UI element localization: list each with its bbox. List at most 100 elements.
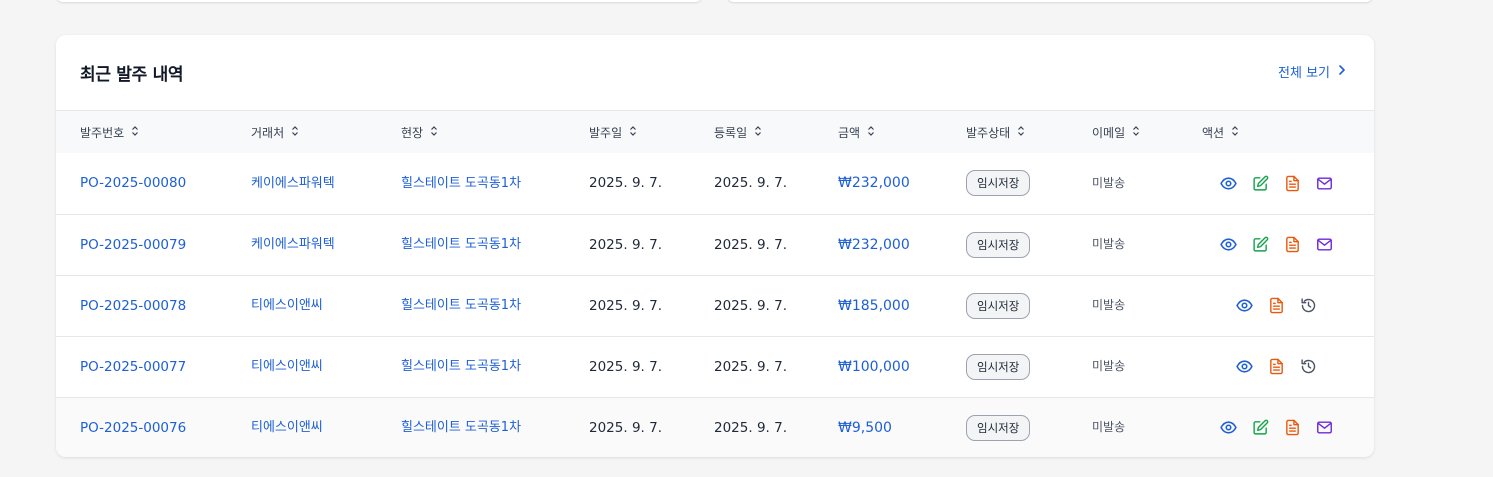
registered-date: 2025. 9. 7. bbox=[714, 358, 787, 375]
amount: ₩100,000 bbox=[838, 358, 910, 375]
view-icon[interactable] bbox=[1235, 297, 1253, 315]
vendor-link[interactable]: 티에스이앤씨 bbox=[251, 359, 323, 374]
row-actions bbox=[1202, 297, 1374, 315]
view-icon[interactable] bbox=[1219, 419, 1237, 437]
site-link[interactable]: 힐스테이트 도곡동1차 bbox=[401, 420, 521, 435]
sort-icon bbox=[1132, 125, 1140, 140]
order-date: 2025. 9. 7. bbox=[589, 297, 662, 314]
email-status: 미발송 bbox=[1092, 298, 1126, 312]
column-header-label: 거래처 bbox=[251, 125, 285, 140]
chevron-right-icon bbox=[1336, 64, 1348, 80]
column-header-label: 발주일 bbox=[589, 125, 623, 140]
amount: ₩185,000 bbox=[838, 297, 910, 314]
edit-icon[interactable] bbox=[1251, 419, 1269, 437]
column-header-email[interactable]: 이메일 bbox=[1092, 111, 1202, 153]
column-header-actions[interactable]: 액션 bbox=[1202, 111, 1374, 153]
table-row[interactable]: PO-2025-00079 케이에스파워텍 힐스테이트 도곡동1차 2025. 9. … bbox=[56, 214, 1374, 275]
mail-icon[interactable] bbox=[1315, 174, 1333, 192]
column-header-label: 액션 bbox=[1202, 125, 1225, 140]
email-status: 미발송 bbox=[1092, 237, 1126, 251]
history-icon[interactable] bbox=[1299, 358, 1317, 376]
table-row[interactable]: PO-2025-00077 티에스이앤씨 힐스테이트 도곡동1차 2025. 9. 7… bbox=[56, 336, 1374, 397]
document-icon[interactable] bbox=[1267, 358, 1285, 376]
table-row[interactable]: PO-2025-00076 티에스이앤씨 힐스테이트 도곡동1차 2025. 9. 7… bbox=[56, 397, 1374, 457]
table-row[interactable]: PO-2025-00080 케이에스파워텍 힐스테이트 도곡동1차 2025. 9. … bbox=[56, 153, 1374, 214]
previous-card-left bbox=[56, 0, 702, 2]
column-header-site[interactable]: 현장 bbox=[401, 111, 589, 153]
column-header-label: 등록일 bbox=[714, 125, 748, 140]
row-actions bbox=[1202, 236, 1374, 254]
vendor-link[interactable]: 티에스이앤씨 bbox=[251, 420, 323, 435]
sort-icon bbox=[867, 125, 875, 140]
email-status: 미발송 bbox=[1092, 359, 1126, 373]
registered-date: 2025. 9. 7. bbox=[714, 419, 787, 436]
registered-date: 2025. 9. 7. bbox=[714, 175, 787, 192]
status-badge: 임시저장 bbox=[966, 231, 1031, 258]
sort-icon bbox=[291, 125, 299, 140]
column-header-label: 현장 bbox=[401, 125, 424, 140]
document-icon[interactable] bbox=[1283, 174, 1301, 192]
status-badge: 임시저장 bbox=[966, 170, 1031, 197]
recent-orders-card: 최근 발주 내역 전체 보기 발주번호 거래처 현장 발주일 등록일 금액 발주상태 이메일 액… bbox=[56, 35, 1374, 457]
status-badge: 임시저장 bbox=[966, 292, 1031, 319]
status-badge: 임시저장 bbox=[966, 353, 1031, 380]
site-link[interactable]: 힐스테이트 도곡동1차 bbox=[401, 298, 521, 313]
document-icon[interactable] bbox=[1267, 297, 1285, 315]
po-number-link[interactable]: PO-2025-00080 bbox=[80, 175, 186, 191]
sort-icon bbox=[1231, 125, 1239, 140]
order-date: 2025. 9. 7. bbox=[589, 236, 662, 253]
vendor-link[interactable]: 티에스이앤씨 bbox=[251, 298, 323, 313]
sort-icon bbox=[1017, 125, 1025, 140]
amount: ₩232,000 bbox=[838, 236, 910, 253]
column-header-po-number[interactable]: 발주번호 bbox=[56, 111, 251, 153]
orders-table: 발주번호 거래처 현장 발주일 등록일 금액 발주상태 이메일 액션 PO-2025-00080… bbox=[56, 111, 1374, 457]
column-header-order-date[interactable]: 발주일 bbox=[589, 111, 714, 153]
amount: ₩232,000 bbox=[838, 175, 910, 192]
edit-icon[interactable] bbox=[1251, 236, 1269, 254]
po-number-link[interactable]: PO-2025-00076 bbox=[80, 420, 186, 436]
order-date: 2025. 9. 7. bbox=[589, 419, 662, 436]
document-icon[interactable] bbox=[1283, 236, 1301, 254]
column-header-label: 발주번호 bbox=[80, 125, 125, 140]
po-number-link[interactable]: PO-2025-00079 bbox=[80, 237, 186, 253]
sort-icon bbox=[629, 125, 637, 140]
vendor-link[interactable]: 케이에스파워텍 bbox=[251, 176, 335, 191]
registered-date: 2025. 9. 7. bbox=[714, 236, 787, 253]
sort-icon bbox=[430, 125, 438, 140]
order-date: 2025. 9. 7. bbox=[589, 175, 662, 192]
column-header-registered-date[interactable]: 등록일 bbox=[714, 111, 838, 153]
site-link[interactable]: 힐스테이트 도곡동1차 bbox=[401, 176, 521, 191]
site-link[interactable]: 힐스테이트 도곡동1차 bbox=[401, 359, 521, 374]
row-actions bbox=[1202, 358, 1374, 376]
order-date: 2025. 9. 7. bbox=[589, 358, 662, 375]
view-all-link[interactable]: 전체 보기 bbox=[1278, 62, 1348, 81]
row-actions bbox=[1202, 419, 1374, 437]
mail-icon[interactable] bbox=[1315, 236, 1333, 254]
column-header-status[interactable]: 발주상태 bbox=[966, 111, 1092, 153]
mail-icon[interactable] bbox=[1315, 419, 1333, 437]
view-icon[interactable] bbox=[1219, 236, 1237, 254]
column-header-label: 발주상태 bbox=[966, 125, 1011, 140]
registered-date: 2025. 9. 7. bbox=[714, 297, 787, 314]
table-header-row: 발주번호 거래처 현장 발주일 등록일 금액 발주상태 이메일 액션 bbox=[56, 111, 1374, 153]
po-number-link[interactable]: PO-2025-00078 bbox=[80, 298, 186, 314]
history-icon[interactable] bbox=[1299, 297, 1317, 315]
view-icon[interactable] bbox=[1235, 358, 1253, 376]
column-header-label: 이메일 bbox=[1092, 125, 1126, 140]
column-header-label: 금액 bbox=[838, 125, 861, 140]
po-number-link[interactable]: PO-2025-00077 bbox=[80, 359, 186, 375]
vendor-link[interactable]: 케이에스파워텍 bbox=[251, 237, 335, 252]
site-link[interactable]: 힐스테이트 도곡동1차 bbox=[401, 237, 521, 252]
column-header-amount[interactable]: 금액 bbox=[838, 111, 966, 153]
document-icon[interactable] bbox=[1283, 419, 1301, 437]
table-row[interactable]: PO-2025-00078 티에스이앤씨 힐스테이트 도곡동1차 2025. 9. 7… bbox=[56, 275, 1374, 336]
sort-icon bbox=[131, 125, 139, 140]
sort-icon bbox=[754, 125, 762, 140]
amount: ₩9,500 bbox=[838, 419, 892, 436]
column-header-vendor[interactable]: 거래처 bbox=[251, 111, 401, 153]
table-body: PO-2025-00080 케이에스파워텍 힐스테이트 도곡동1차 2025. 9. … bbox=[56, 153, 1374, 457]
view-icon[interactable] bbox=[1219, 174, 1237, 192]
edit-icon[interactable] bbox=[1251, 174, 1269, 192]
email-status: 미발송 bbox=[1092, 175, 1126, 190]
previous-card-right bbox=[727, 0, 1373, 2]
